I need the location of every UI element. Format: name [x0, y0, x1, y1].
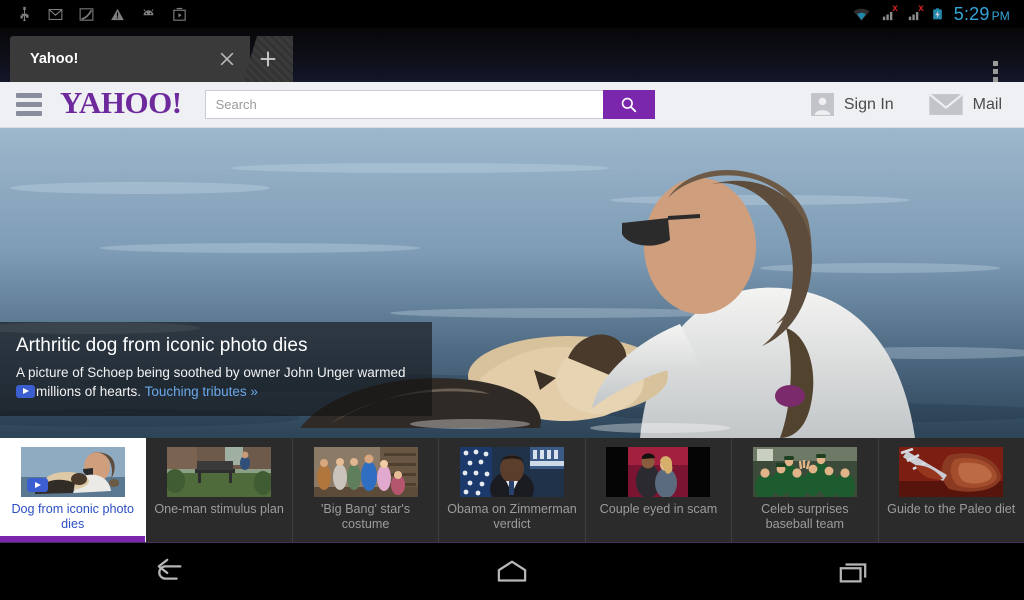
thumbnail-image-bench [167, 447, 272, 497]
thumbnail-image-team [752, 447, 857, 497]
android-robot-icon [143, 8, 154, 15]
browser-tab-bar: Yahoo! [0, 28, 1024, 82]
recent-apps-button[interactable] [798, 548, 908, 596]
status-system-icons[interactable]: x x 5:29 PM [851, 2, 1016, 25]
hero-title: Arthritic dog from iconic photo dies [16, 335, 308, 356]
back-icon [157, 558, 182, 580]
new-tab-button[interactable] [243, 36, 293, 82]
android-status-bar[interactable]: x x 5:29 PM [0, 0, 1024, 28]
clock-time: 5:29 [953, 3, 990, 24]
thumbnail-label: One-man stimulus plan [154, 502, 284, 516]
more-vertical-dot [992, 68, 998, 74]
thumbnail-item-5[interactable]: Celeb surprises baseball team [732, 438, 879, 542]
yahoo-page-header: YAHOO! Sign In Mail [0, 82, 1024, 128]
plus-icon [260, 51, 276, 67]
swype-keyboard-icon [79, 7, 94, 21]
thumbnail-label: Obama on Zimmerman verdict [447, 502, 577, 532]
no-service-x-icon: x [892, 2, 898, 14]
mail-label: Mail [972, 95, 1002, 113]
hamburger-bar [16, 111, 42, 116]
hero-article[interactable]: Arthritic dog from iconic photo dies A p… [0, 128, 1024, 438]
search-icon [621, 97, 637, 113]
thumbnail-item-0[interactable]: Dog from iconic photo dies [0, 438, 147, 542]
tab-title: Yahoo! [30, 51, 79, 67]
gmail-icon [48, 8, 63, 20]
touching-tributes-link[interactable]: Touching tributes » [145, 384, 258, 399]
search-button[interactable] [602, 90, 655, 119]
hero-subtitle-line1: A picture of Schoep being soothed by own… [16, 364, 406, 380]
thumbnail-label: Guide to the Paleo diet [887, 502, 1016, 516]
hero-subtitle: A picture of Schoep being soothed by own… [16, 363, 416, 402]
thumbnail-label: Dog from iconic photo dies [11, 502, 134, 532]
status-notification-icons [8, 6, 188, 23]
hamburger-bar [16, 102, 42, 107]
signal-bars-icon-1: x [879, 2, 898, 23]
thumbnail-item-4[interactable]: Couple eyed in scam [586, 438, 733, 542]
article-thumbnail-strip: Dog from iconic photo dies One-man stimu… [0, 438, 1024, 542]
battery-charging-icon [932, 8, 942, 20]
no-service-x-icon: x [918, 2, 924, 14]
recent-apps-icon [840, 562, 867, 582]
thumbnail-item-6[interactable]: Guide to the Paleo diet [879, 438, 1024, 542]
thumbnail-image-steak [899, 447, 1004, 497]
thumbnail-item-1[interactable]: One-man stimulus plan [146, 438, 293, 542]
thumbnail-image-couple [606, 447, 711, 497]
thumbnail-image-obama [459, 447, 564, 497]
mail-button[interactable]: Mail [928, 92, 1002, 117]
browser-tab-yahoo[interactable]: Yahoo! [10, 36, 250, 82]
video-play-icon[interactable] [16, 385, 35, 399]
header-account-links: Sign In Mail [810, 92, 1024, 117]
status-clock: 5:29 PM [954, 4, 1010, 25]
yahoo-logo[interactable]: YAHOO! [60, 85, 182, 121]
sign-in-button[interactable]: Sign In [810, 92, 894, 117]
clock-meridiem: PM [991, 8, 1010, 23]
more-vertical-dot [992, 60, 998, 66]
usb-icon [20, 6, 29, 21]
sign-in-label: Sign In [843, 95, 894, 113]
wifi-icon [853, 8, 870, 21]
close-icon[interactable] [210, 42, 244, 76]
search-input[interactable] [204, 90, 603, 119]
more-vertical-dot [992, 76, 998, 82]
android-navigation-bar [0, 542, 1024, 600]
thumbnail-label: 'Big Bang' star's costume [320, 502, 411, 532]
thumbnail-image-cast [313, 447, 418, 497]
thumbnail-label: Couple eyed in scam [599, 502, 718, 516]
signal-bars-icon-2: x [905, 2, 924, 23]
user-avatar-icon [810, 93, 834, 116]
warning-icon [111, 8, 124, 20]
hero-headline-overlay[interactable]: Arthritic dog from iconic photo dies A p… [0, 322, 432, 416]
envelope-icon [928, 93, 963, 115]
play-store-icon [173, 7, 186, 21]
thumbnail-image-dog [20, 447, 125, 497]
home-icon [497, 560, 527, 582]
hamburger-menu-icon[interactable] [6, 93, 52, 116]
search-form [204, 90, 655, 119]
thumbnail-item-3[interactable]: Obama on Zimmerman verdict [439, 438, 586, 542]
back-button[interactable] [116, 548, 226, 596]
thumbnail-item-2[interactable]: 'Big Bang' star's costume [293, 438, 440, 542]
hero-subtitle-line2: millions of hearts. [36, 384, 142, 400]
hamburger-bar [16, 93, 42, 98]
video-play-icon[interactable] [26, 478, 48, 492]
thumbnail-label: Celeb surprises baseball team [761, 502, 849, 532]
home-button[interactable] [457, 548, 567, 596]
